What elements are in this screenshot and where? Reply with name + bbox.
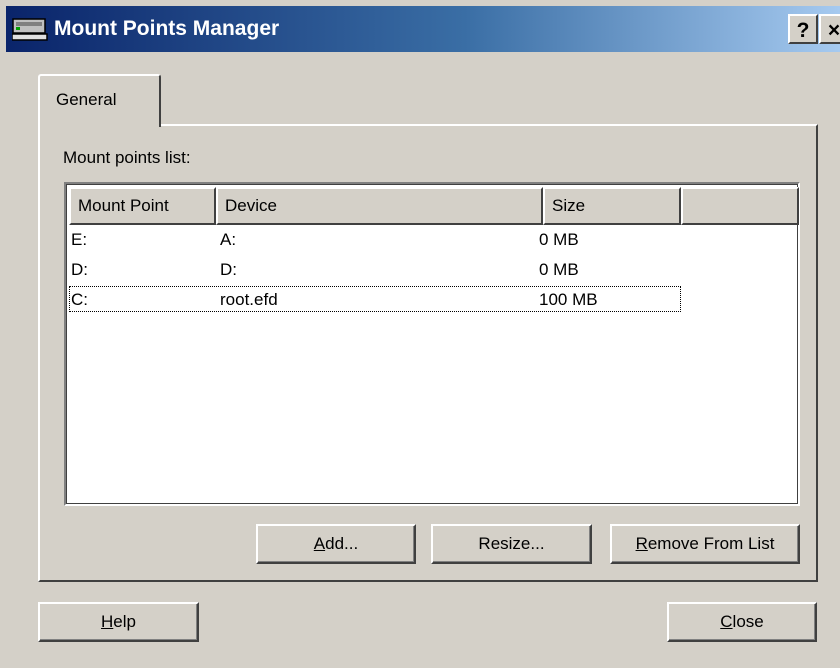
help-mnemonic: H xyxy=(101,612,114,631)
close-button[interactable]: Close xyxy=(667,602,817,642)
close-mnemonic: C xyxy=(720,612,733,631)
drive-icon xyxy=(12,18,48,41)
help-button[interactable]: Help xyxy=(38,602,199,642)
help-label: elp xyxy=(113,612,136,631)
window-close-button[interactable]: × xyxy=(819,14,840,44)
tab-panel-general xyxy=(38,124,818,582)
tab-general[interactable]: General xyxy=(38,74,161,127)
context-help-button[interactable]: ? xyxy=(788,14,818,44)
title-bar[interactable]: Mount Points Manager ? × xyxy=(6,6,840,52)
window-title: Mount Points Manager xyxy=(54,17,280,40)
tab-general-label: General xyxy=(56,90,117,109)
close-label: lose xyxy=(732,612,764,631)
